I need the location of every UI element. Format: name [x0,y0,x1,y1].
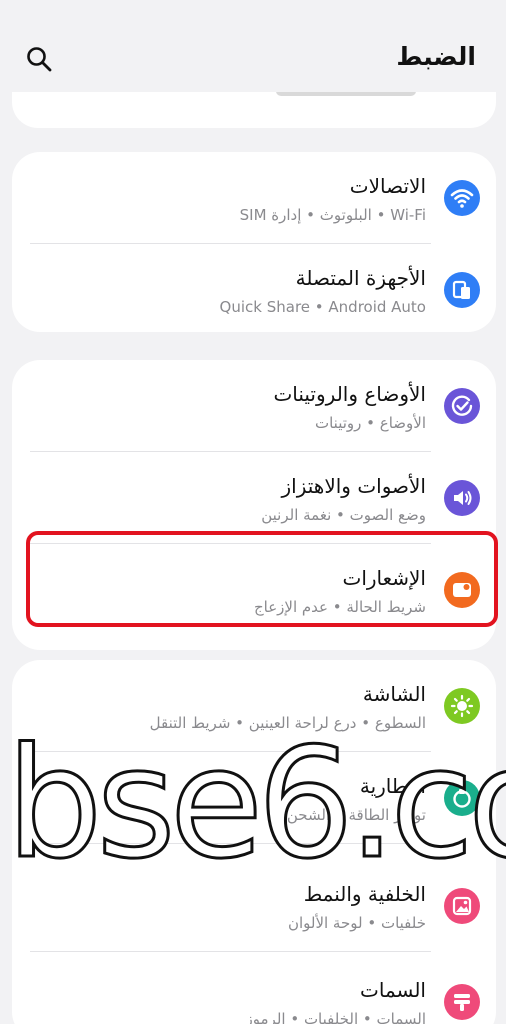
item-subtitle: Quick Share • Android Auto [219,298,426,316]
item-subtitle: خلفيات • لوحة الألوان [287,914,426,932]
page-title: الضبط [396,42,476,71]
app-header: الضبط [0,0,506,100]
settings-item-modes-routines[interactable]: الأوضاع والروتينات الأوضاع • روتينات [12,360,496,452]
item-title: الإشعارات [342,566,426,590]
item-title: الاتصالات [349,174,426,198]
themes-icon [444,984,480,1020]
sound-icon [444,480,480,516]
item-subtitle: السمات • الخلفيات • الرموز [245,1010,426,1024]
settings-screen: الضبط الاتصالات Wi-Fi • البلوتوث • إدارة… [0,0,506,1024]
settings-item-notifications[interactable]: الإشعارات شريط الحالة • عدم الإزعاج [12,544,496,636]
divider [30,951,431,952]
settings-item-connections[interactable]: الاتصالات Wi-Fi • البلوتوث • إدارة SIM [12,152,496,244]
item-subtitle: شريط الحالة • عدم الإزعاج [253,598,426,616]
item-title: الأصوات والاهتزاز [281,474,426,498]
connections-card: الاتصالات Wi-Fi • البلوتوث • إدارة SIM ا… [12,152,496,332]
item-subtitle: Wi-Fi • البلوتوث • إدارة SIM [239,206,426,224]
settings-item-themes[interactable]: السمات السمات • الخلفيات • الرموز [12,956,496,1024]
modes-routines-icon [444,388,480,424]
previous-card-bottom [12,92,496,128]
wifi-icon [444,180,480,216]
item-subtitle: الأوضاع • روتينات [314,414,426,432]
modes-sounds-card: الأوضاع والروتينات الأوضاع • روتينات الأ… [12,360,496,650]
settings-item-connected-devices[interactable]: الأجهزة المتصلة Quick Share • Android Au… [12,244,496,332]
item-title: الأوضاع والروتينات [273,382,426,406]
item-subtitle: وضع الصوت • نغمة الرنين [261,506,426,524]
clipped-subtitle [276,92,416,96]
notifications-icon [444,572,480,608]
wallpaper-icon [444,888,480,924]
settings-item-sounds-vibration[interactable]: الأصوات والاهتزاز وضع الصوت • نغمة الرني… [12,452,496,544]
item-title: السمات [360,978,426,1002]
item-title: الشاشة [362,682,426,706]
item-title: الأجهزة المتصلة [295,266,426,290]
search-icon[interactable] [24,44,54,74]
watermark-text: bse6.com [5,715,506,892]
connected-devices-icon [444,272,480,308]
